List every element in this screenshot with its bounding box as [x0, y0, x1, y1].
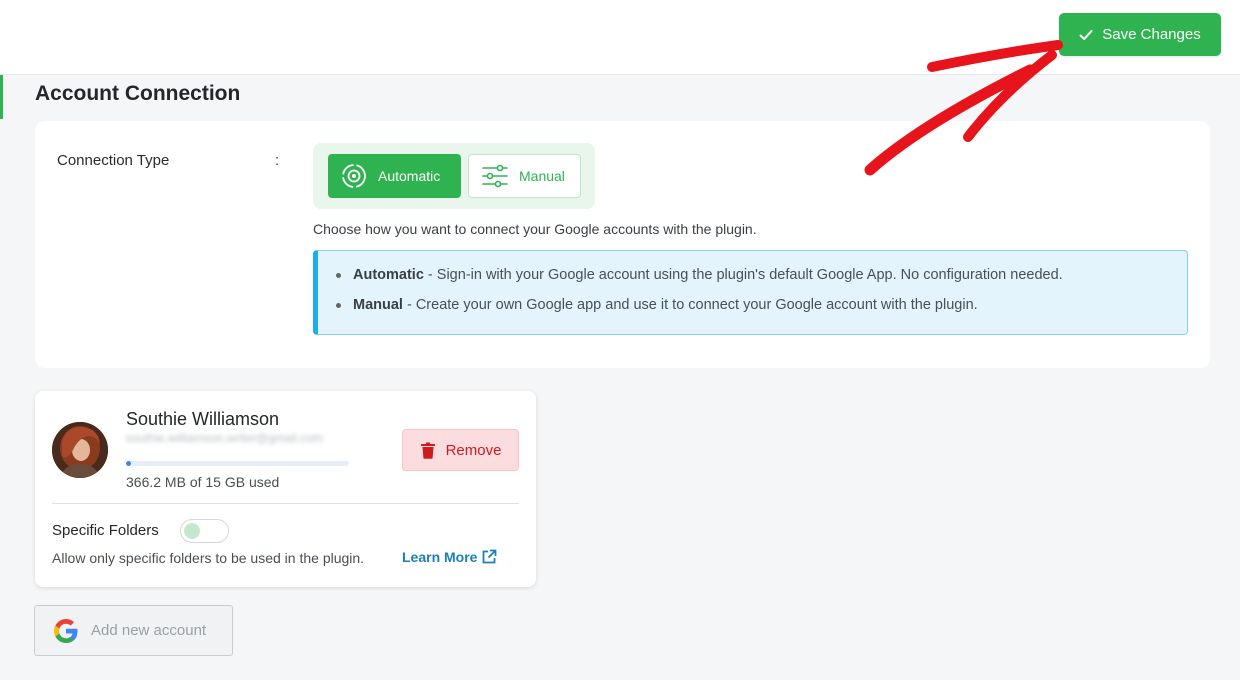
sliders-icon	[482, 164, 508, 188]
info-term: Manual	[353, 297, 403, 313]
google-logo-icon	[54, 618, 78, 643]
automatic-option-label: Automatic	[378, 168, 441, 184]
learn-more-link[interactable]: Learn More	[402, 549, 497, 565]
info-item-manual: Manual - Create your own Google app and …	[336, 295, 1063, 325]
remove-account-button[interactable]: Remove	[402, 429, 519, 471]
toggle-knob	[184, 523, 200, 539]
specific-folders-label: Specific Folders	[52, 522, 159, 539]
save-changes-button[interactable]: Save Changes	[1059, 13, 1221, 56]
section-title: Account Connection	[35, 82, 241, 105]
info-term: Automatic	[353, 267, 424, 283]
connection-type-description: Choose how you want to connect your Goog…	[313, 221, 757, 237]
active-section-indicator	[0, 75, 3, 119]
manual-option-button[interactable]: Manual	[468, 154, 581, 198]
account-name: Southie Williamson	[126, 409, 280, 429]
manual-option-label: Manual	[519, 168, 565, 184]
info-text: - Create your own Google app and use it …	[402, 297, 978, 313]
external-link-icon	[483, 549, 497, 564]
connection-info-list: Automatic - Sign-in with your Google acc…	[336, 265, 1063, 325]
checkmark-icon	[1079, 29, 1093, 40]
specific-folders-toggle[interactable]	[180, 519, 229, 543]
account-email: southie.williamson.writer@gmail.com	[126, 431, 323, 445]
connection-type-label: Connection Type	[57, 152, 170, 169]
connection-type-selector: Automatic Manual	[313, 143, 595, 209]
specific-folders-description: Allow only specific folders to be used i…	[52, 550, 365, 566]
google-account-card: Southie Williamson southie.williamson.wr…	[35, 391, 536, 587]
storage-usage-text: 366.2 MB of 15 GB used	[126, 474, 280, 490]
remove-label: Remove	[445, 441, 502, 459]
storage-quota-bar	[126, 461, 349, 466]
learn-more-label: Learn More	[402, 549, 478, 565]
automatic-option-button[interactable]: Automatic	[328, 154, 461, 198]
storage-quota-fill	[126, 461, 132, 466]
sync-icon	[342, 164, 366, 188]
connection-info-box: Automatic - Sign-in with your Google acc…	[313, 250, 1188, 335]
info-item-automatic: Automatic - Sign-in with your Google acc…	[336, 265, 1063, 295]
save-changes-label: Save Changes	[1102, 26, 1201, 43]
divider	[52, 503, 519, 504]
label-colon: :	[275, 152, 280, 169]
add-new-account-button[interactable]: Add new account	[34, 605, 233, 656]
trash-icon	[420, 442, 435, 459]
avatar	[52, 422, 108, 478]
top-bar: Save Changes	[0, 0, 1240, 75]
connection-type-card: Connection Type : Automatic Manual Choos…	[35, 121, 1210, 368]
info-text: - Sign-in with your Google account using…	[423, 267, 1063, 283]
add-new-account-label: Add new account	[91, 622, 207, 639]
